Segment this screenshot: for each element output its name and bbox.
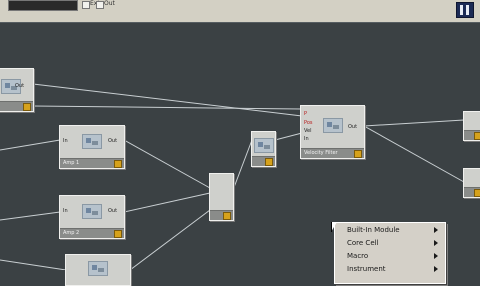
out-checkbox[interactable] [96, 1, 104, 9]
module-name: Velocity Filter [304, 150, 338, 156]
wire [274, 132, 303, 141]
module-image-icon [254, 138, 274, 153]
wire [0, 211, 61, 221]
module-image-icon [82, 134, 102, 149]
menu-item-core-cell[interactable]: Core Cell [335, 237, 443, 249]
port-out[interactable]: Out [348, 124, 357, 130]
wire [123, 192, 211, 213]
submenu-arrow-icon [434, 227, 438, 233]
module-velocity-filter[interactable]: P Pos Vel In Out Velocity Filter [300, 105, 365, 159]
port-out[interactable]: Out [15, 83, 24, 89]
module-image-icon [323, 118, 343, 133]
module-tag-icon [265, 158, 273, 166]
port-vel[interactable]: Vel [304, 128, 312, 134]
module-tag-icon [474, 189, 480, 197]
ext-checkbox[interactable] [82, 1, 90, 9]
wire [232, 139, 253, 191]
module-name: Amp 2 [63, 230, 80, 236]
wire [363, 119, 465, 127]
wire [123, 139, 211, 189]
port-p[interactable]: P [304, 111, 307, 117]
module-image-icon [88, 261, 108, 276]
module-right-top[interactable] [463, 111, 480, 141]
module-small[interactable] [251, 131, 276, 167]
menu-item-instrument[interactable]: Instrument [335, 263, 443, 275]
module-left-top[interactable]: Out [0, 68, 34, 112]
context-menu: Built-In Module Core Cell Macro Instrume… [334, 222, 446, 284]
module-tag-icon [114, 160, 122, 168]
port-in[interactable]: In [63, 208, 68, 214]
top-toolbar: Ext Out [0, 0, 480, 24]
wire [32, 105, 303, 110]
wire [0, 259, 67, 270]
submenu-arrow-icon [434, 253, 438, 259]
module-amp-1[interactable]: In Out Amp 1 [59, 125, 125, 169]
module-bottom[interactable] [65, 254, 131, 286]
module-tag-icon [354, 150, 362, 158]
module-tag-icon [474, 132, 480, 140]
menu-item-built-in-module[interactable]: Built-In Module [335, 224, 443, 236]
app-logo-icon [456, 2, 474, 18]
module-right-bottom[interactable] [463, 168, 480, 198]
port-out[interactable]: Out [108, 138, 117, 144]
port-pos[interactable]: Pos [304, 120, 313, 126]
module-tag-icon [114, 230, 122, 238]
out-checkbox-label: Out [104, 0, 115, 7]
mouse-cursor-icon [331, 222, 337, 232]
port-out[interactable]: Out [108, 208, 117, 214]
module-image-icon [82, 204, 102, 219]
wire [129, 209, 211, 270]
submenu-arrow-icon [434, 266, 438, 272]
wire [363, 125, 465, 183]
wire [32, 83, 303, 117]
module-name: Amp 1 [63, 160, 80, 166]
port-in[interactable]: In [304, 136, 309, 142]
module-tag-icon [23, 103, 31, 111]
submenu-arrow-icon [434, 240, 438, 246]
port-in[interactable]: In [63, 138, 68, 144]
module-tag-icon [223, 212, 231, 220]
wire [0, 139, 61, 151]
module-mixer[interactable] [209, 173, 234, 221]
menu-item-macro[interactable]: Macro [335, 250, 443, 262]
display-panel [8, 0, 78, 11]
module-amp-2[interactable]: In Out Amp 2 [59, 195, 125, 239]
